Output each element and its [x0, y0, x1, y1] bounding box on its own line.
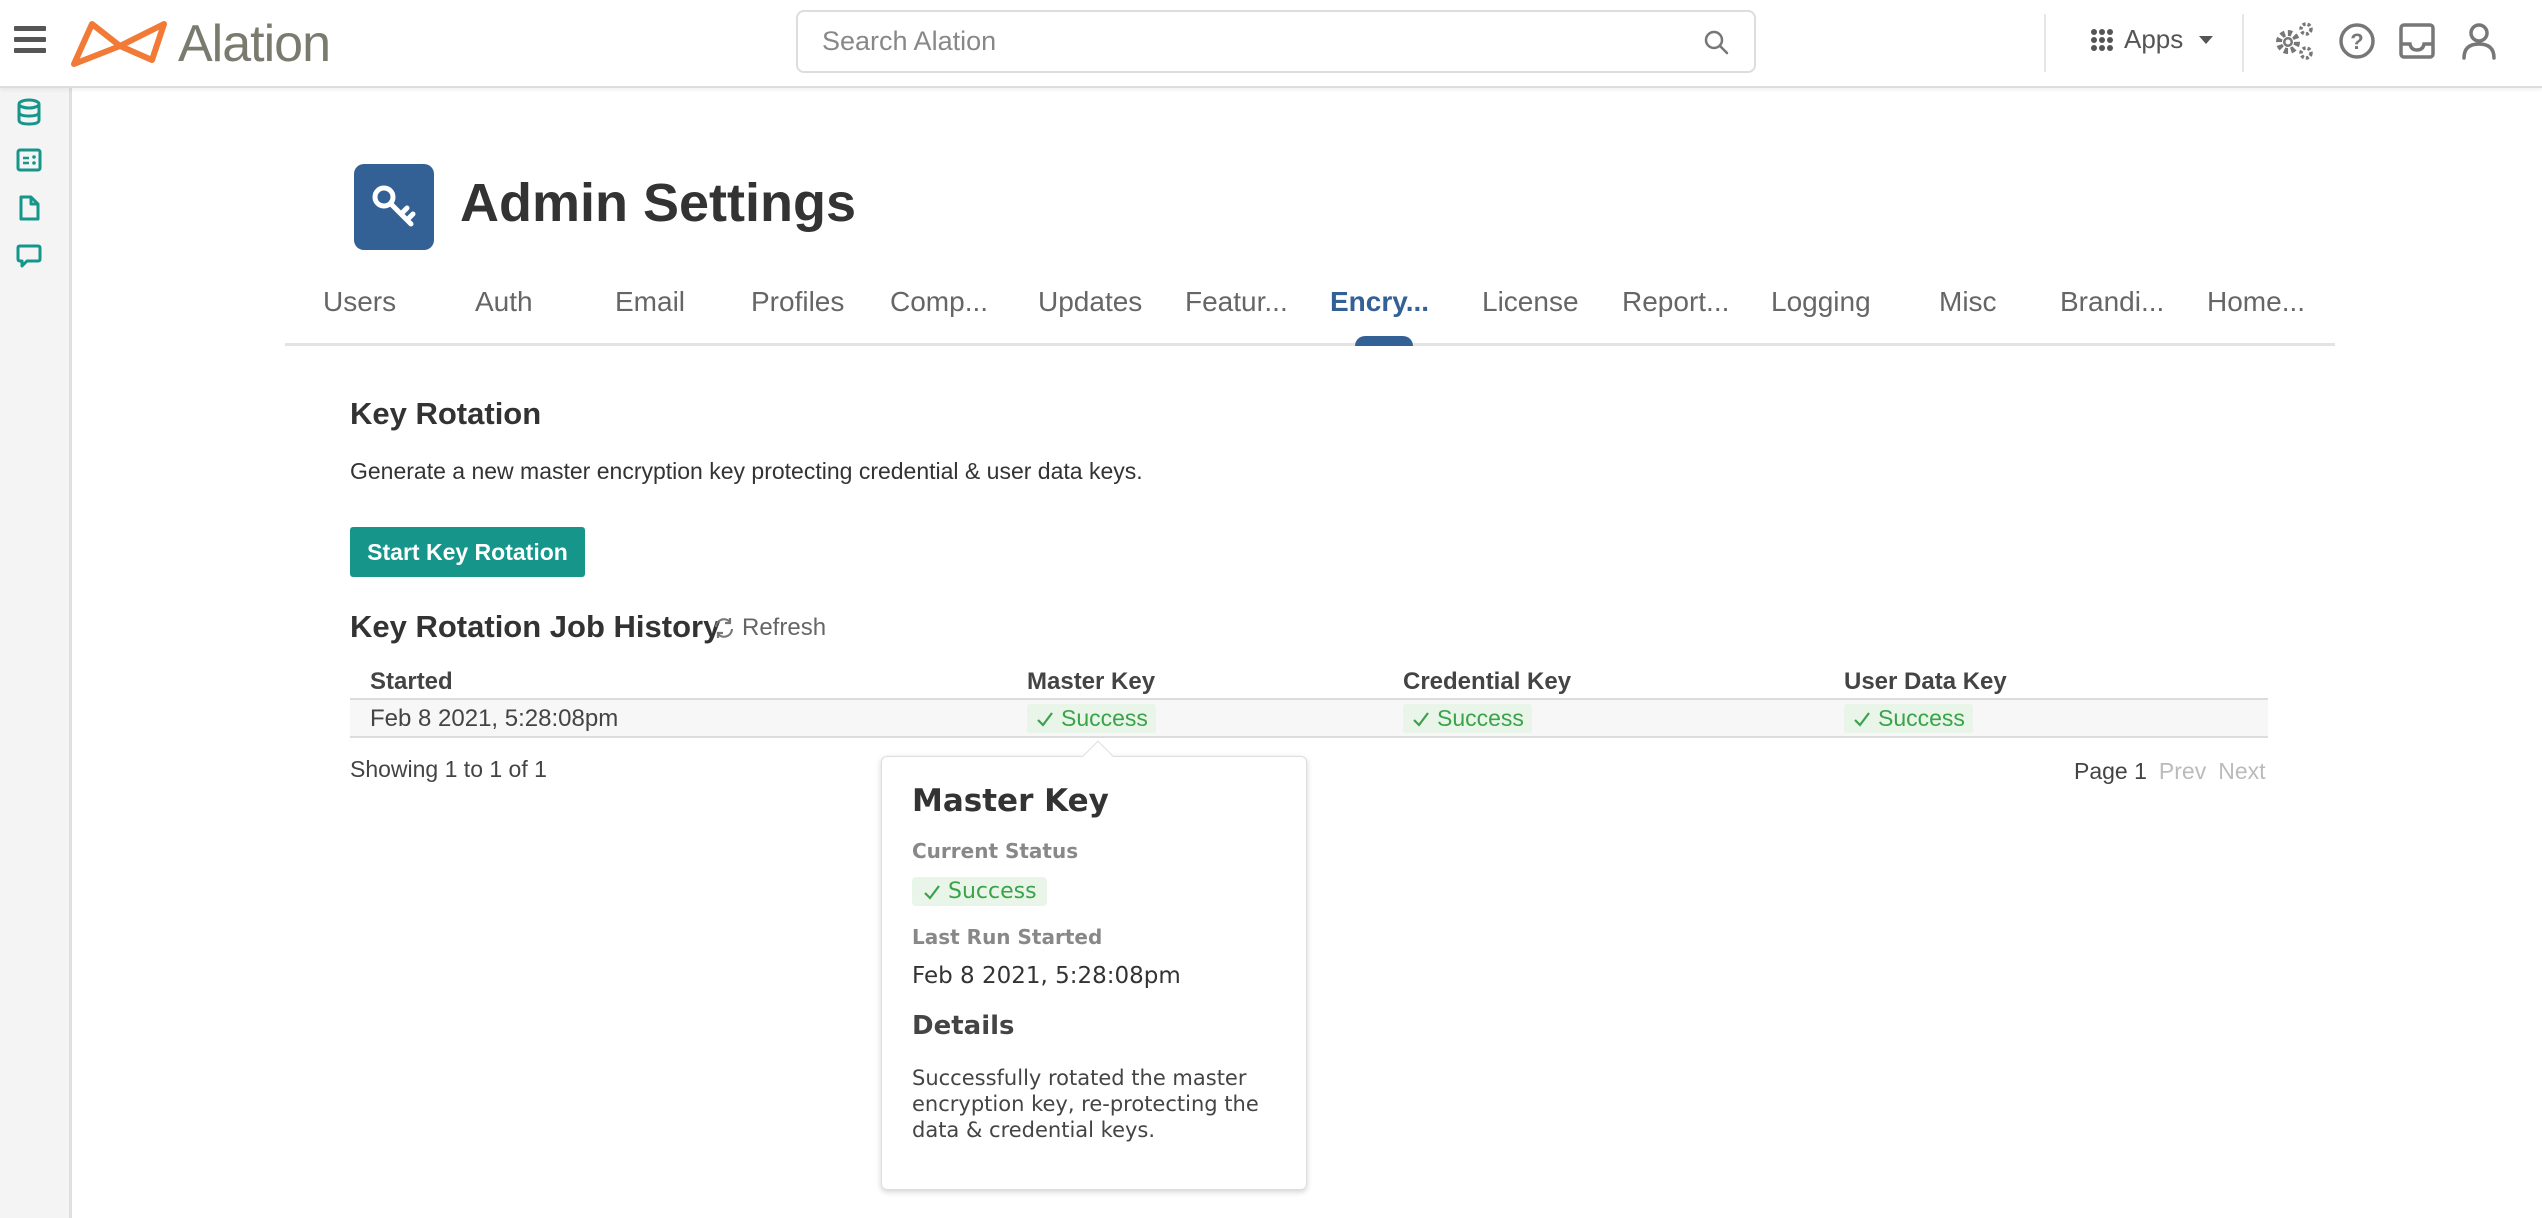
tab-reporting[interactable]: Report... [1622, 286, 1729, 318]
started-cell: Feb 8 2021, 5:28:08pm [370, 705, 619, 732]
tab-profiles[interactable]: Profiles [751, 286, 844, 318]
top-nav-bar: Alation Apps ? [0, 0, 2542, 88]
tab-license[interactable]: License [1482, 286, 1579, 318]
refresh-button[interactable]: Refresh [712, 614, 826, 642]
key-icon [372, 185, 416, 227]
apps-menu-button[interactable]: Apps [2090, 24, 2214, 55]
check-icon [1037, 711, 1053, 727]
header-divider [2242, 14, 2244, 72]
status-text: Success [948, 879, 1037, 904]
app-grid-icon [2091, 28, 2113, 51]
chevron-down-icon [2199, 35, 2214, 44]
column-header-credential-key[interactable]: Credential Key [1403, 668, 1571, 696]
popover-arrow [1082, 740, 1114, 772]
svg-text:?: ? [2350, 29, 2363, 54]
hamburger-menu-icon[interactable] [14, 26, 46, 54]
page-title: Admin Settings [460, 173, 857, 233]
prev-page-button[interactable]: Prev [2159, 758, 2206, 785]
job-history-table: Started Master Key Credential Key User D… [350, 664, 2268, 738]
tab-branding[interactable]: Brandi... [2060, 286, 2164, 318]
brand-name: Alation [178, 15, 331, 73]
status-text: Success [1878, 705, 1965, 731]
tab-misc[interactable]: Misc [1939, 286, 1997, 318]
catalog-card-icon[interactable] [14, 145, 44, 175]
tab-compose[interactable]: Comp... [890, 286, 988, 318]
job-history-heading: Key Rotation Job History [350, 609, 721, 644]
settings-tabs: Users Auth Email Profiles Comp... Update… [285, 280, 2335, 346]
column-header-master-key[interactable]: Master Key [1027, 668, 1155, 696]
tab-users[interactable]: Users [323, 286, 396, 318]
last-run-value: Feb 8 2021, 5:28:08pm [912, 963, 1181, 989]
database-icon[interactable] [14, 97, 44, 127]
column-header-user-data-key[interactable]: User Data Key [1844, 668, 2007, 696]
tab-email[interactable]: Email [615, 286, 685, 318]
admin-gears-icon[interactable] [2272, 18, 2318, 64]
status-text: Success [1437, 705, 1524, 731]
left-sidebar [0, 88, 72, 1218]
key-rotation-heading: Key Rotation [350, 396, 542, 431]
column-header-started[interactable]: Started [370, 668, 453, 696]
inbox-icon[interactable] [2394, 18, 2440, 64]
tab-updates[interactable]: Updates [1038, 286, 1142, 318]
search-box[interactable] [796, 10, 1756, 73]
table-row: Feb 8 2021, 5:28:08pm Success Success Su… [350, 700, 2268, 738]
last-run-label: Last Run Started [912, 925, 1103, 949]
master-key-popover: Master Key Current Status Success Last R… [881, 740, 1307, 1190]
active-tab-indicator [1355, 336, 1413, 346]
tab-auth[interactable]: Auth [475, 286, 533, 318]
user-data-key-status-badge[interactable]: Success [1844, 704, 1973, 733]
table-header: Started Master Key Credential Key User D… [350, 664, 2268, 700]
current-status-label: Current Status [912, 839, 1079, 863]
pagination-summary: Showing 1 to 1 of 1 [350, 756, 547, 782]
tab-homepage[interactable]: Home... [2207, 286, 2305, 318]
conversation-icon[interactable] [14, 241, 44, 271]
help-icon[interactable]: ? [2334, 18, 2380, 64]
apps-label: Apps [2124, 24, 2184, 54]
start-key-rotation-button[interactable]: Start Key Rotation [350, 527, 585, 577]
check-icon [1413, 711, 1429, 727]
details-text: Successfully rotated the master encrypti… [912, 1066, 1259, 1142]
popover-status-badge: Success [912, 877, 1047, 906]
status-text: Success [1061, 705, 1148, 731]
tab-encryption[interactable]: Encry... [1330, 286, 1429, 318]
key-rotation-description: Generate a new master encryption key pro… [350, 458, 1143, 484]
next-page-button[interactable]: Next [2218, 758, 2265, 785]
user-profile-icon[interactable] [2456, 18, 2502, 64]
tab-logging[interactable]: Logging [1771, 286, 1871, 318]
details-heading: Details [912, 1011, 1015, 1041]
check-icon [924, 884, 940, 900]
master-key-status-badge[interactable]: Success [1027, 704, 1156, 733]
pagination: Page 1 Prev Next [2074, 758, 2266, 785]
bowtie-logo-icon [71, 21, 167, 67]
tab-features[interactable]: Featur... [1185, 286, 1288, 318]
search-input[interactable] [822, 26, 1702, 57]
current-page: Page 1 [2074, 758, 2147, 784]
header-divider [2044, 14, 2046, 72]
admin-settings-logo [354, 164, 434, 250]
search-icon[interactable] [1702, 28, 1730, 56]
document-icon[interactable] [14, 193, 44, 223]
alation-logo[interactable]: Alation [68, 15, 331, 73]
credential-key-status-badge[interactable]: Success [1403, 704, 1532, 733]
refresh-label: Refresh [742, 614, 827, 641]
popover-title: Master Key [912, 783, 1109, 819]
refresh-icon [714, 618, 734, 638]
check-icon [1854, 711, 1870, 727]
